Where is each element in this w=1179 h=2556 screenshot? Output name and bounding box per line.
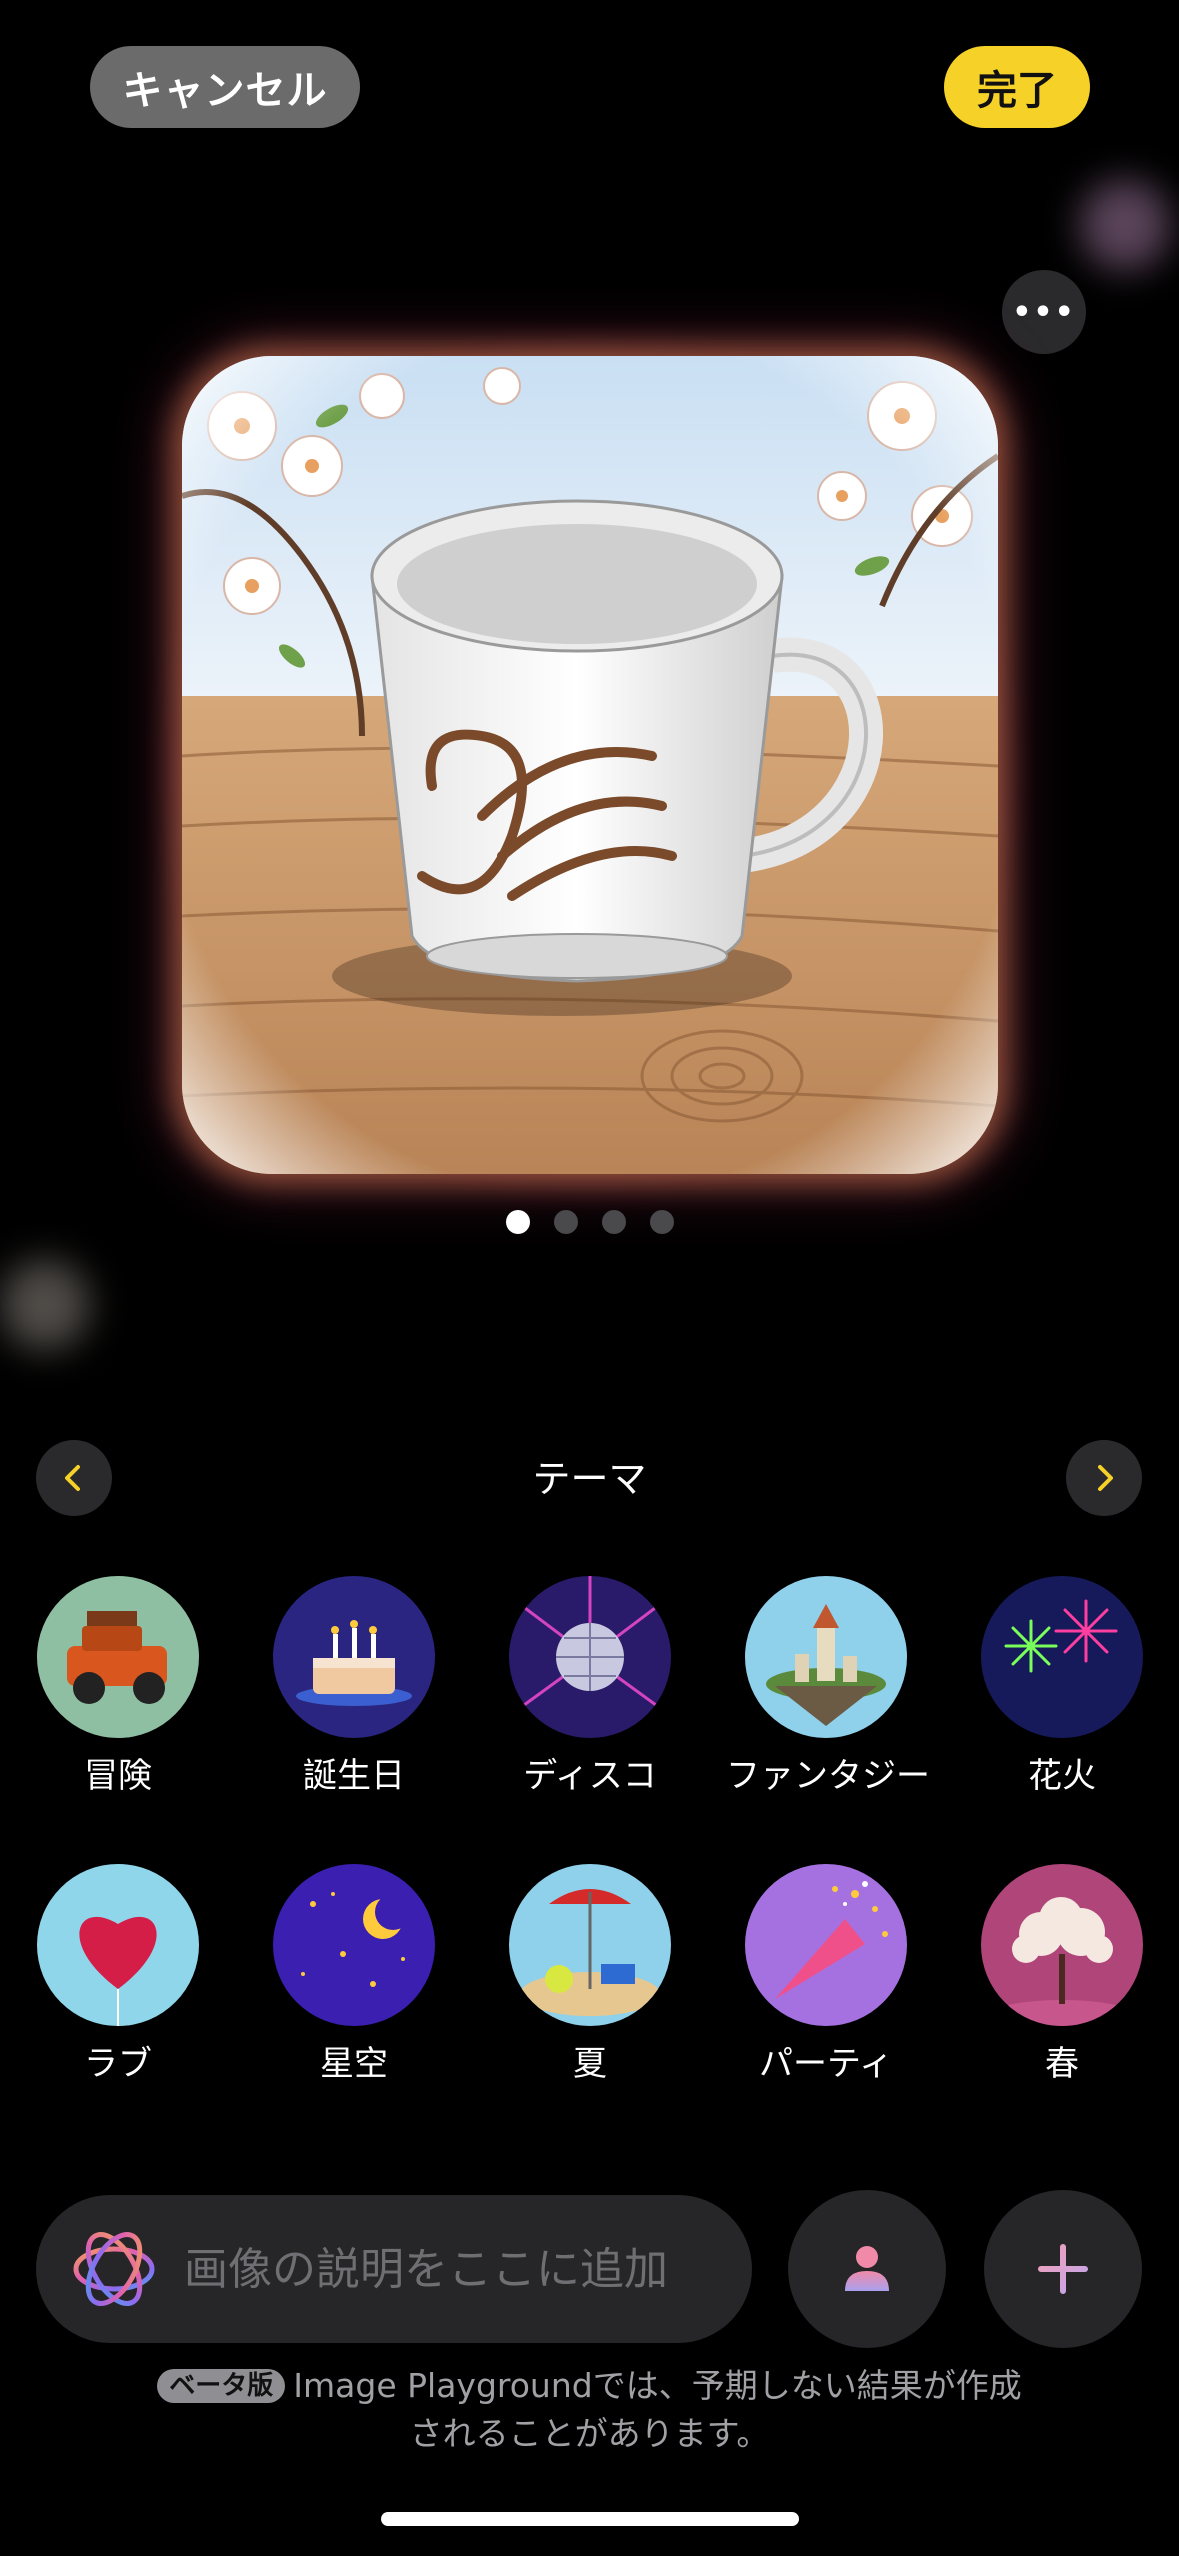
party-icon	[745, 1864, 907, 2026]
theme-love[interactable]: ラブ	[18, 1864, 218, 2085]
category-title: テーマ	[532, 1457, 647, 1501]
ambient-glow-left	[0, 1260, 90, 1350]
summer-icon	[509, 1864, 671, 2026]
starry-sky-icon	[273, 1864, 435, 2026]
page-indicator[interactable]	[0, 1210, 1179, 1238]
fireworks-icon	[981, 1576, 1143, 1738]
theme-fireworks[interactable]: 花火	[962, 1576, 1162, 1797]
theme-starry-sky[interactable]: 星空	[254, 1864, 454, 2085]
birthday-icon	[273, 1576, 435, 1738]
page-dot-3[interactable]	[601, 1210, 626, 1234]
coffee-cup-illustration	[182, 356, 998, 1174]
theme-label: 冒険	[84, 1756, 152, 1796]
cancel-button[interactable]: キャンセル	[90, 46, 360, 128]
generated-image[interactable]	[182, 356, 998, 1174]
chevron-right-icon	[1098, 1465, 1113, 1491]
theme-label: パーティ	[759, 2044, 893, 2084]
theme-label: 夏	[573, 2044, 607, 2084]
done-button[interactable]: 完了	[944, 46, 1090, 128]
theme-label: 春	[1045, 2044, 1079, 2084]
theme-summer[interactable]: 夏	[490, 1864, 690, 2085]
next-category-button[interactable]	[1066, 1440, 1142, 1516]
image-playground-icon	[73, 2232, 155, 2306]
theme-label: 花火	[1028, 1756, 1096, 1796]
disclaimer: ベータ版 Image Playgroundでは、予期しない結果が作成 されることが…	[0, 2362, 1179, 2458]
plus-icon	[1038, 2244, 1088, 2294]
theme-adventure[interactable]: 冒険	[18, 1576, 218, 1797]
page-dot-4[interactable]	[649, 1210, 674, 1234]
spring-icon	[981, 1864, 1143, 2026]
fantasy-icon	[745, 1576, 907, 1738]
ambient-glow-top-right	[1080, 180, 1170, 270]
disclaimer-line-2: されることがあります。	[409, 2414, 770, 2453]
disco-icon	[509, 1576, 671, 1738]
adventure-icon	[37, 1576, 199, 1738]
theme-label: 誕生日	[303, 1756, 405, 1796]
theme-party[interactable]: パーティ	[726, 1864, 926, 2085]
beta-badge: ベータ版	[157, 2369, 286, 2403]
theme-spring[interactable]: 春	[962, 1864, 1162, 2085]
prompt-input[interactable]	[182, 2242, 726, 2296]
theme-label: ディスコ	[523, 1756, 657, 1796]
theme-birthday[interactable]: 誕生日	[254, 1576, 454, 1797]
theme-disco[interactable]: ディスコ	[490, 1576, 690, 1797]
theme-label: 星空	[320, 2044, 388, 2084]
page-dot-1[interactable]	[505, 1210, 530, 1234]
page-dot-2[interactable]	[553, 1210, 578, 1234]
person-button[interactable]	[788, 2190, 946, 2348]
prompt-field[interactable]	[36, 2195, 752, 2343]
home-indicator[interactable]	[381, 2512, 799, 2526]
disclaimer-line-1: Image Playgroundでは、予期しない結果が作成	[293, 2366, 1022, 2405]
add-button[interactable]	[984, 2190, 1142, 2348]
person-icon	[845, 2246, 889, 2291]
theme-label: ファンタジー	[726, 1756, 930, 1796]
theme-fantasy[interactable]: ファンタジー	[726, 1576, 930, 1797]
theme-label: ラブ	[84, 2044, 152, 2084]
love-icon	[37, 1864, 199, 2026]
ellipsis-icon: •••	[1012, 294, 1076, 330]
more-options-button[interactable]: •••	[1002, 270, 1086, 354]
